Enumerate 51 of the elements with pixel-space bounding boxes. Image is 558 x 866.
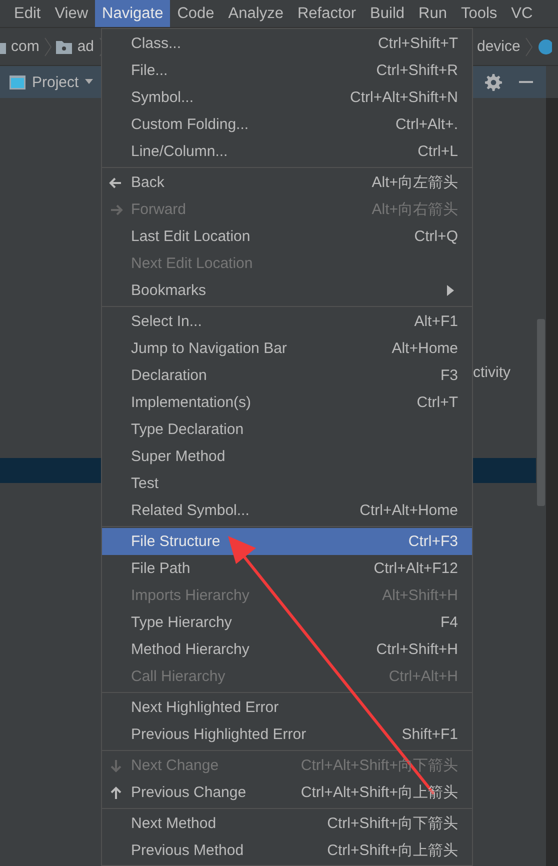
menu-item[interactable]: Declaration F3 [102,362,472,389]
menu-item[interactable]: Previous Change Ctrl+Alt+Shift+向上箭头 [102,779,472,806]
breadcrumb-item[interactable]: device [477,38,520,55]
menu-item[interactable]: Type Declaration [102,416,472,443]
menu-item[interactable]: File Structure Ctrl+F3 [102,528,472,555]
menu-item[interactable]: Type Hierarchy F4 [102,609,472,636]
menubar-item[interactable]: Build [363,0,412,27]
menubar-item[interactable]: View [48,0,96,27]
menubar-item[interactable]: Refactor [290,0,364,27]
breadcrumb-item[interactable]: ad [77,38,94,55]
up-arrow-icon [108,784,124,800]
menu-item[interactable]: Back Alt+向左箭头 [102,169,472,196]
menu-item[interactable]: Line/Column... Ctrl+L [102,138,472,165]
menu-item[interactable]: Next Method Ctrl+Shift+向下箭头 [102,810,472,837]
menu-item[interactable]: File... Ctrl+Shift+R [102,57,472,84]
window-icon [9,74,26,90]
menu-item[interactable]: Symbol... Ctrl+Alt+Shift+N [102,84,472,111]
menu-item[interactable]: Custom Folding... Ctrl+Alt+. [102,111,472,138]
class-icon [538,38,552,54]
down-arrow-icon [108,758,124,774]
caret-icon[interactable] [84,79,93,85]
menubar-item[interactable]: Tools [454,0,504,27]
scrollbar-thumb[interactable] [537,319,545,506]
menubar-item[interactable]: Code [170,0,222,27]
settings-icon[interactable] [485,74,502,90]
menu-item[interactable]: Method Hierarchy Ctrl+Shift+H [102,636,472,663]
menubar-item[interactable]: Run [412,0,454,27]
menu-item[interactable]: Test [102,470,472,497]
menu-item[interactable]: Select In... Alt+F1 [102,308,472,335]
menu-item[interactable]: File Path Ctrl+Alt+F12 [102,555,472,582]
menu-item[interactable]: Last Edit Location Ctrl+Q [102,223,472,250]
tree-item[interactable]: ctivity [473,364,510,381]
menu-item[interactable]: Bookmarks [102,277,472,304]
menu-item[interactable]: Previous Highlighted Error Shift+F1 [102,721,472,748]
menu-item[interactable]: Previous Method Ctrl+Shift+向上箭头 [102,837,472,864]
menu-item[interactable]: Jump to Navigation Bar Alt+Home [102,335,472,362]
menubar-item[interactable]: Analyze [221,0,290,27]
menubar-item[interactable]: VC [504,0,540,27]
menu-item[interactable]: Super Method [102,443,472,470]
breadcrumb-item[interactable]: com [11,38,40,55]
folder-icon [56,40,72,54]
chevron-icon [44,36,52,56]
menu-item[interactable]: Related Symbol... Ctrl+Alt+Home [102,497,472,524]
panel-title[interactable]: Project [32,74,79,90]
submenu-arrow-icon [447,285,454,296]
menu-item[interactable]: Class... Ctrl+Shift+T [102,30,472,57]
menu-item[interactable]: Next Highlighted Error [102,694,472,721]
menu-item[interactable]: Implementation(s) Ctrl+T [102,389,472,416]
menubar-item[interactable]: Navigate [95,0,170,27]
chevron-icon [525,36,534,56]
menubar-item[interactable]: Edit [7,0,48,27]
